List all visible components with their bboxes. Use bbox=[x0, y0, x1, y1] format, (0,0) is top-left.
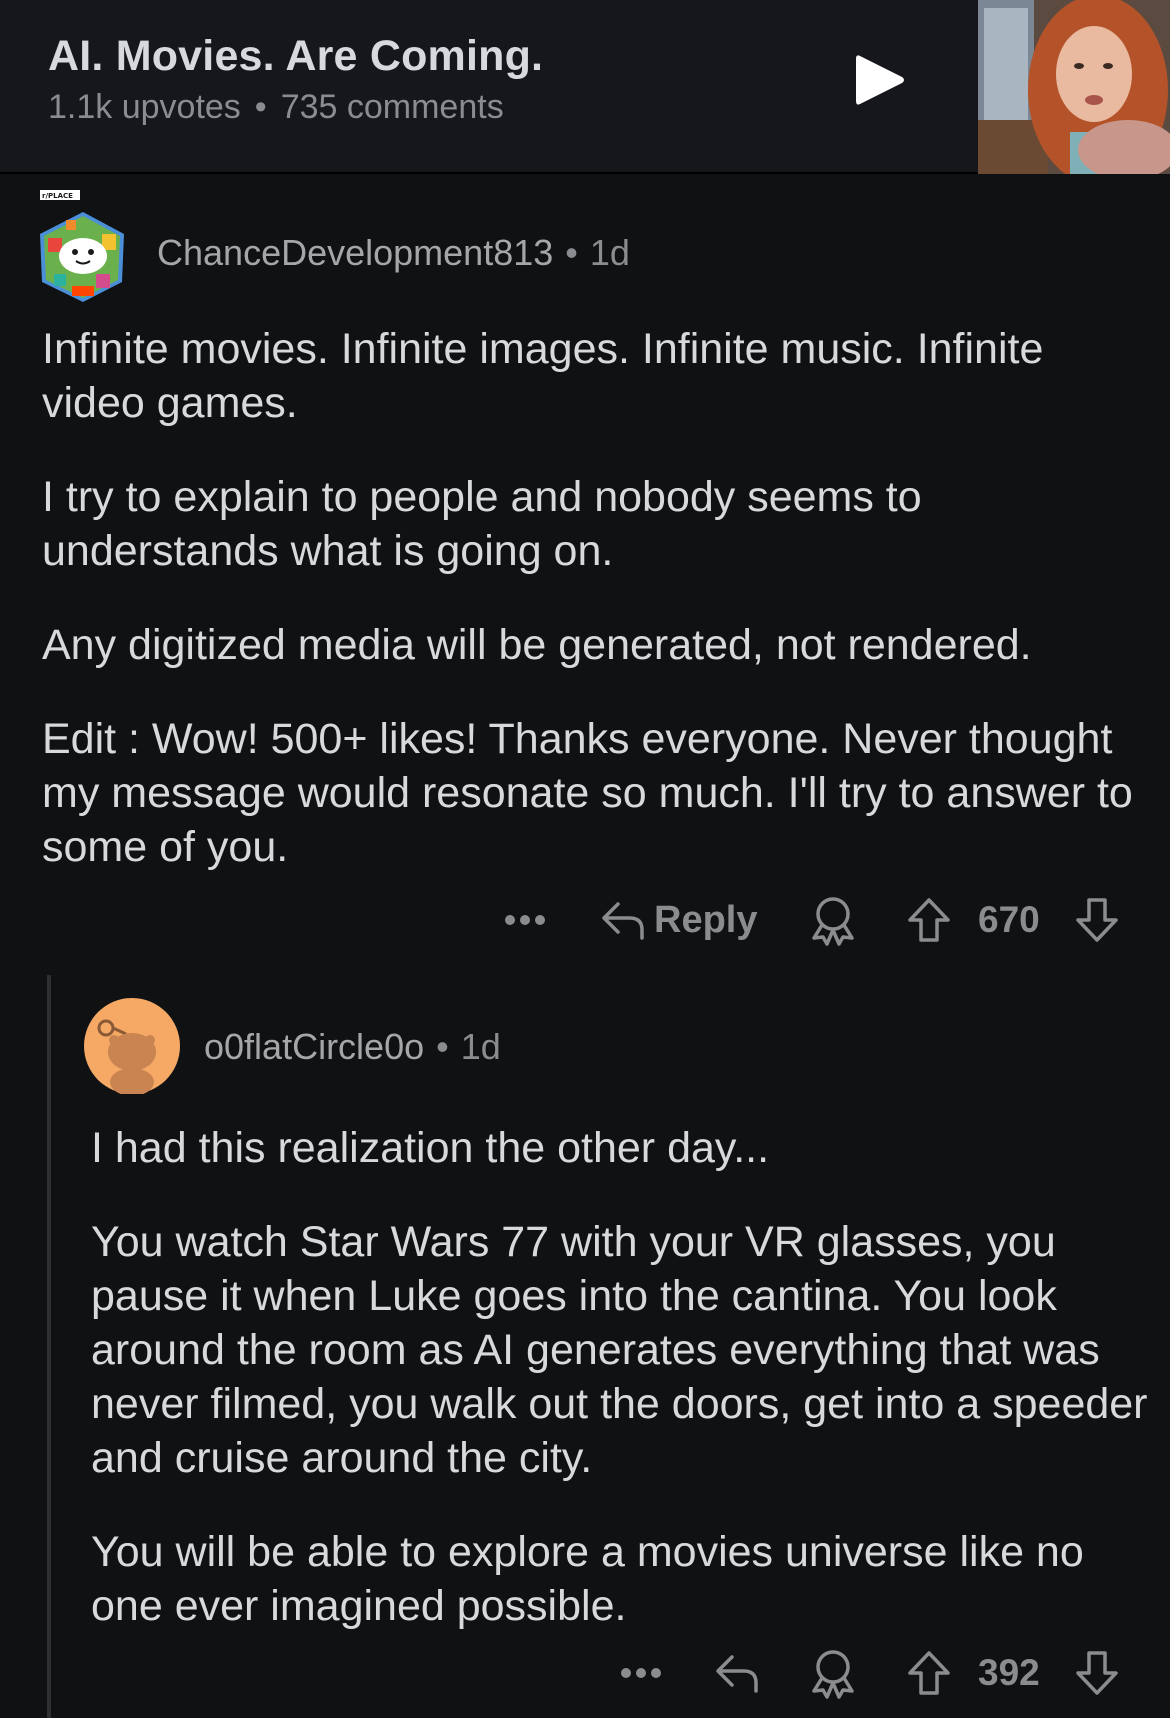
vote-count: 392 bbox=[978, 1652, 1040, 1693]
upvote-icon bbox=[908, 898, 950, 942]
comment-actions: 392 bbox=[0, 1645, 1170, 1701]
thumbnail-image bbox=[978, 0, 1170, 174]
award-icon bbox=[812, 897, 854, 946]
more-options-button[interactable] bbox=[504, 892, 546, 948]
comment-age: 1d bbox=[589, 232, 630, 273]
reply-button[interactable] bbox=[714, 1645, 760, 1701]
thread-collapse-line[interactable] bbox=[47, 975, 51, 1718]
downvote-button[interactable] bbox=[1074, 1645, 1120, 1701]
comment-paragraph: I try to explain to people and nobody se… bbox=[42, 473, 922, 575]
vote-count: 670 bbox=[978, 899, 1040, 940]
meta-separator: • bbox=[565, 232, 578, 273]
comment-paragraph: Edit : Wow! 500+ likes! Thanks everyone.… bbox=[42, 715, 1133, 871]
snoo-avatar-icon bbox=[84, 998, 180, 1096]
comment-actions: Reply 670 bbox=[0, 892, 1170, 948]
place-snoo-avatar-icon: r/PLACE bbox=[40, 190, 124, 302]
upvote-icon bbox=[908, 1651, 950, 1695]
more-icon bbox=[505, 915, 545, 925]
award-button[interactable] bbox=[808, 892, 858, 948]
upvote-button[interactable] bbox=[906, 892, 952, 948]
avatar[interactable] bbox=[84, 998, 180, 1096]
comment-body: I had this realization the other day... … bbox=[91, 1121, 1151, 1673]
downvote-button[interactable] bbox=[1074, 892, 1120, 948]
reply-button[interactable]: Reply bbox=[600, 892, 757, 948]
comment-count: 735 comments bbox=[280, 88, 504, 126]
meta-separator: • bbox=[254, 88, 267, 126]
post-header[interactable]: AI. Movies. Are Coming. 1.1k upvotes • 735… bbox=[0, 0, 1170, 174]
meta-separator: • bbox=[436, 1026, 449, 1067]
award-icon bbox=[812, 1650, 854, 1699]
upvote-count: 1.1k upvotes bbox=[48, 88, 241, 126]
downvote-icon bbox=[1076, 898, 1118, 942]
more-icon bbox=[621, 1668, 661, 1678]
downvote-icon bbox=[1076, 1651, 1118, 1695]
comment-age: 1d bbox=[460, 1026, 501, 1067]
avatar-badge: r/PLACE bbox=[42, 192, 73, 200]
video-thumbnail[interactable] bbox=[978, 0, 1170, 174]
comment-paragraph: You watch Star Wars 77 with your VR glas… bbox=[91, 1218, 1148, 1482]
comment-score: 392 bbox=[978, 1645, 1040, 1701]
play-icon bbox=[856, 55, 904, 105]
comment-username[interactable]: o0flatCircle0o bbox=[204, 1026, 424, 1067]
post-meta: 1.1k upvotes • 735 comments bbox=[48, 88, 504, 127]
comment-paragraph: You will be able to explore a movies uni… bbox=[91, 1528, 1084, 1630]
comment-author-row: ChanceDevelopment813 • 1d bbox=[157, 232, 630, 274]
comment-paragraph: Any digitized media will be generated, n… bbox=[42, 621, 1032, 669]
comment-paragraph: I had this realization the other day... bbox=[91, 1124, 770, 1172]
comment-score: 670 bbox=[978, 892, 1040, 948]
comment-paragraph: Infinite movies. Infinite images. Infini… bbox=[42, 325, 1044, 427]
more-options-button[interactable] bbox=[620, 1645, 662, 1701]
award-button[interactable] bbox=[808, 1645, 858, 1701]
reply-arrow-icon bbox=[716, 1655, 758, 1693]
reply-label: Reply bbox=[654, 898, 758, 941]
comment-body: Infinite movies. Infinite images. Infini… bbox=[42, 322, 1142, 914]
reply-arrow-icon bbox=[602, 902, 644, 940]
upvote-button[interactable] bbox=[906, 1645, 952, 1701]
play-button[interactable] bbox=[852, 50, 908, 110]
comment-username[interactable]: ChanceDevelopment813 bbox=[157, 232, 553, 273]
avatar[interactable]: r/PLACE bbox=[36, 190, 130, 304]
post-title: AI. Movies. Are Coming. bbox=[48, 32, 544, 80]
comment-author-row: o0flatCircle0o • 1d bbox=[204, 1026, 501, 1068]
